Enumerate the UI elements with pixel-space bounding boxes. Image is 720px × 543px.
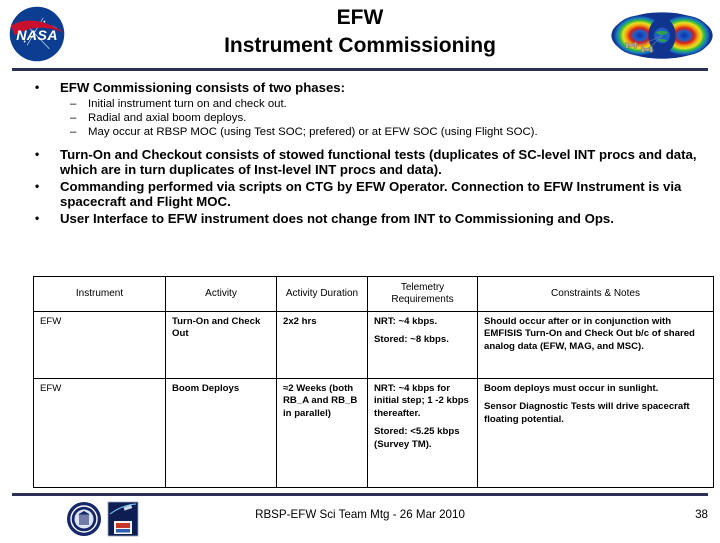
sub-bullet-item: – Radial and axial boom deploys. xyxy=(0,111,720,125)
cell-duration: ≈2 Weeks (both RB_A and RB_B in parallel… xyxy=(276,378,368,488)
column-header-telemetry-requirements: Telemetry Requirements xyxy=(367,276,478,312)
telemetry-line-nrt: NRT: ~4 kbps. xyxy=(374,316,438,327)
bullet-text: Turn-On and Checkout consists of stowed … xyxy=(60,146,697,178)
bullet-item: • EFW Commissioning consists of two phas… xyxy=(0,80,720,96)
svg-text:NASA: NASA xyxy=(16,28,58,44)
bullet-text: User Interface to EFW instrument does no… xyxy=(60,210,614,226)
slide-footer: RBSP-EFW Sci Team Mtg - 26 Mar 2010 38 xyxy=(0,496,720,540)
column-header-activity: Activity xyxy=(165,276,277,312)
cell-notes: Should occur after or in conjunction wit… xyxy=(477,311,714,379)
bullet-text: EFW Commissioning consists of two phases… xyxy=(60,80,346,95)
column-header-instrument: Instrument xyxy=(33,276,166,312)
sub-bullet-marker: – xyxy=(70,97,77,110)
telemetry-line-stored: Stored: ~8 kbps. xyxy=(374,334,449,346)
cell-activity: Turn-On and Check Out xyxy=(165,311,277,379)
radiation-belt-graphic-icon xyxy=(608,6,716,64)
cell-telemetry: NRT: ~4 kbps. Stored: ~8 kbps. xyxy=(367,311,478,379)
bullet-marker: • xyxy=(35,80,40,94)
sub-bullet-item: – May occur at RBSP MOC (using Test SOC;… xyxy=(0,125,720,139)
sub-bullet-text: Radial and axial boom deploys. xyxy=(88,111,247,124)
slide-body: • EFW Commissioning consists of two phas… xyxy=(0,80,720,227)
bullet-item: • User Interface to EFW instrument does … xyxy=(0,211,720,227)
bullet-item: • Turn-On and Checkout consists of stowe… xyxy=(0,147,720,178)
header-divider xyxy=(12,68,708,71)
page-number: 38 xyxy=(695,508,708,521)
notes-line-1: Boom deploys must occur in sunlight. xyxy=(484,383,659,394)
telemetry-line-stored: Stored: <5.25 kbps (Survey TM). xyxy=(374,426,460,450)
commissioning-table: Instrument Activity Activity Duration Te… xyxy=(33,276,714,488)
notes-line-2: Sensor Diagnostic Tests will drive space… xyxy=(484,401,690,425)
cell-instrument: EFW xyxy=(33,378,166,488)
sub-bullet-text: May occur at RBSP MOC (using Test SOC; p… xyxy=(88,125,538,138)
sub-bullet-item: – Initial instrument turn on and check o… xyxy=(0,97,720,111)
notes-line-1: Should occur after or in conjunction wit… xyxy=(484,316,695,352)
table-row: EFW Turn-On and Check Out 2x2 hrs NRT: ~… xyxy=(33,311,714,379)
cell-notes: Boom deploys must occur in sunlight. Sen… xyxy=(477,378,714,488)
sub-bullet-marker: – xyxy=(70,125,77,138)
cell-instrument: EFW xyxy=(33,311,166,379)
column-header-activity-duration: Activity Duration xyxy=(276,276,368,312)
bullet-item: • Commanding performed via scripts on CT… xyxy=(0,179,720,210)
bullet-text: Commanding performed via scripts on CTG … xyxy=(60,178,682,210)
slide-header: NASA EFW Instrument Commissioning xyxy=(0,0,720,71)
cell-activity: Boom Deploys xyxy=(165,378,277,488)
page-title: EFW Instrument Commissioning xyxy=(110,4,610,60)
nasa-logo-icon: NASA xyxy=(6,3,68,65)
title-line-2: Instrument Commissioning xyxy=(224,34,496,57)
telemetry-line-nrt: NRT: ~4 kbps for initial step; 1 -2 kbps… xyxy=(374,383,469,419)
sub-bullet-marker: – xyxy=(70,111,77,124)
cell-duration: 2x2 hrs xyxy=(276,311,368,379)
column-header-constraints-notes: Constraints & Notes xyxy=(477,276,714,312)
bullet-marker: • xyxy=(35,210,40,225)
title-line-1: EFW xyxy=(336,6,384,29)
bullet-marker: • xyxy=(35,178,40,193)
sub-bullet-text: Initial instrument turn on and check out… xyxy=(88,97,287,110)
footer-caption: RBSP-EFW Sci Team Mtg - 26 Mar 2010 xyxy=(255,508,465,521)
table-row: EFW Boom Deploys ≈2 Weeks (both RB_A and… xyxy=(33,378,714,488)
cell-telemetry: NRT: ~4 kbps for initial step; 1 -2 kbps… xyxy=(367,378,478,488)
table-header-row: Instrument Activity Activity Duration Te… xyxy=(33,276,714,312)
bullet-marker: • xyxy=(35,146,40,161)
